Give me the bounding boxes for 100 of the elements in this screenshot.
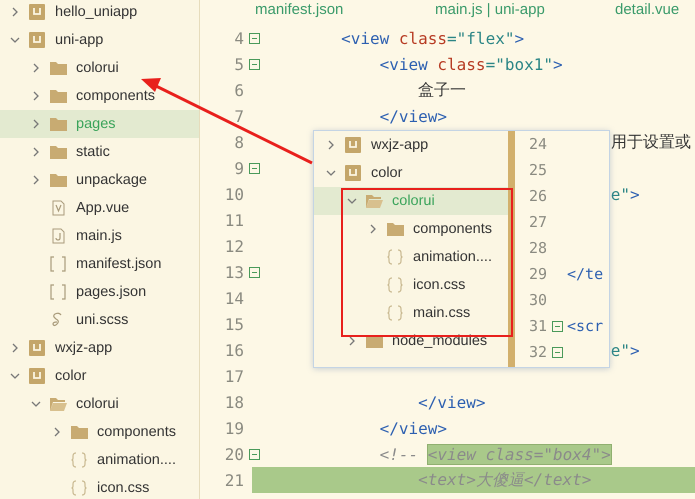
tree-item[interactable]: animation.... — [314, 243, 508, 271]
chevron-icon[interactable] — [10, 7, 20, 17]
folder-icon — [50, 173, 66, 187]
tree-item[interactable]: App.vue — [0, 194, 199, 222]
chevron-icon[interactable] — [31, 175, 41, 185]
chevron-icon[interactable] — [31, 399, 41, 409]
code-text: 用于设置或 — [610, 132, 691, 152]
collapse-icon[interactable] — [552, 346, 562, 358]
tree-item[interactable]: wxjz-app — [0, 334, 199, 362]
js-file-icon — [52, 228, 64, 244]
project-icon — [345, 137, 361, 153]
code-text: 盒子一 — [418, 80, 466, 100]
tree-item[interactable]: components — [0, 82, 199, 110]
chevron-icon[interactable] — [31, 63, 41, 73]
chevron-icon[interactable] — [31, 147, 41, 157]
code-text: </view> — [380, 106, 448, 126]
line-number: 18 — [224, 392, 244, 412]
tree-item[interactable]: manifest.json — [0, 250, 199, 278]
line-number: 6 — [233, 80, 244, 100]
line-number: 30 — [528, 291, 547, 309]
brackets-file-icon — [50, 256, 66, 272]
braces-file-icon — [387, 249, 403, 265]
chevron-icon[interactable] — [347, 336, 357, 346]
tree-item[interactable]: unpackage — [0, 166, 199, 194]
project-icon — [29, 368, 45, 384]
chevron-icon[interactable] — [368, 224, 378, 234]
tree-item[interactable]: uni.scss — [0, 306, 199, 334]
tree-item[interactable]: color — [314, 159, 508, 187]
tree-item[interactable]: components — [0, 418, 199, 446]
chevron-icon[interactable] — [31, 91, 41, 101]
collapse-icon[interactable] — [248, 266, 260, 278]
line-number: 11 — [224, 210, 244, 230]
tree-item[interactable]: static — [0, 138, 199, 166]
vue-file-icon — [52, 200, 64, 216]
line-number: 32 — [528, 343, 547, 361]
folder-icon — [386, 222, 404, 236]
line-number: 12 — [224, 236, 244, 256]
code-text: e"> — [610, 184, 640, 204]
tree-item[interactable]: node_modules — [314, 327, 508, 355]
collapse-icon[interactable] — [552, 320, 562, 332]
line-number: 27 — [528, 213, 547, 231]
line-number: 4 — [233, 28, 244, 48]
code-text: e"> — [610, 340, 640, 360]
tree-item[interactable]: wxjz-app — [314, 131, 508, 159]
project-icon — [345, 165, 361, 181]
tree-item[interactable]: pages.json — [0, 278, 199, 306]
line-number: 25 — [528, 161, 547, 179]
code-text: </view> — [380, 418, 448, 438]
tree-item[interactable]: colorui — [0, 54, 199, 82]
line-number: 26 — [528, 187, 547, 205]
line-number: 20 — [224, 444, 244, 464]
folder-icon — [50, 117, 66, 131]
line-number: 15 — [224, 314, 244, 334]
line-number: 5 — [233, 54, 244, 74]
chevron-icon[interactable] — [52, 427, 62, 437]
folder-icon — [50, 61, 66, 75]
project-icon — [29, 340, 45, 356]
line-number: 9 — [233, 158, 244, 178]
code-text: </view> — [418, 392, 486, 412]
line-number: 28 — [528, 239, 547, 257]
chevron-icon[interactable] — [326, 140, 336, 150]
tree-item[interactable]: main.css — [314, 299, 508, 327]
line-number: 24 — [528, 135, 547, 153]
chevron-icon[interactable] — [10, 343, 20, 353]
open-folder-icon — [366, 194, 382, 208]
folder-icon — [70, 425, 88, 439]
line-number: 17 — [224, 366, 244, 386]
line-number: 31 — [528, 317, 547, 335]
chevron-icon[interactable] — [326, 168, 336, 178]
code-text: </te — [567, 265, 604, 283]
tree-item[interactable]: icon.css — [0, 474, 199, 499]
code-text: <scr — [567, 317, 604, 335]
line-number: 19 — [224, 418, 244, 438]
open-folder-icon — [50, 397, 66, 411]
line-number: 29 — [528, 265, 547, 283]
project-icon — [29, 4, 45, 20]
tree-item[interactable]: uni-app — [0, 26, 199, 54]
code-text: <view class="box1"> — [380, 54, 563, 74]
chevron-icon[interactable] — [10, 35, 20, 45]
tree-item[interactable]: colorui — [0, 390, 199, 418]
line-number: 13 — [224, 262, 244, 282]
collapse-icon[interactable] — [248, 448, 260, 460]
braces-file-icon — [71, 452, 87, 468]
line-number: 16 — [224, 340, 244, 360]
collapse-icon[interactable] — [248, 32, 260, 44]
collapse-icon[interactable] — [248, 162, 260, 174]
chevron-icon[interactable] — [347, 196, 357, 206]
code-text: <view class="flex"> — [341, 28, 524, 48]
tree-item[interactable]: components — [314, 215, 508, 243]
tree-item[interactable]: color — [0, 362, 199, 390]
chevron-icon[interactable] — [31, 119, 41, 129]
line-number: 7 — [233, 106, 244, 126]
folder-icon — [50, 145, 66, 159]
tree-item[interactable]: icon.css — [314, 271, 508, 299]
tree-item[interactable]: main.js — [0, 222, 199, 250]
chevron-icon[interactable] — [10, 371, 20, 381]
collapse-icon[interactable] — [248, 58, 260, 70]
tree-item[interactable]: hello_uniapp — [0, 0, 199, 26]
line-number: 10 — [224, 184, 244, 204]
tree-item[interactable]: animation.... — [0, 446, 199, 474]
